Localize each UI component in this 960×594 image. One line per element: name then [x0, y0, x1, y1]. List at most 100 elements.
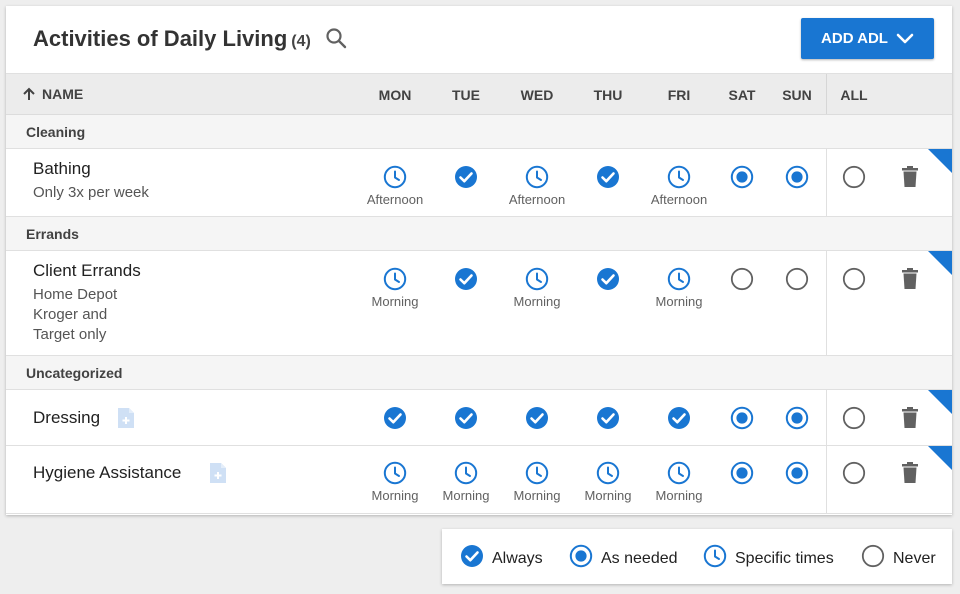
all-days-toggle[interactable]: [819, 267, 889, 291]
trash-icon[interactable]: [902, 268, 918, 294]
clock-icon: [502, 165, 572, 189]
clock-icon: [644, 165, 714, 189]
all-days-toggle[interactable]: [819, 406, 889, 430]
trash-icon[interactable]: [902, 407, 918, 433]
sort-by-name-header[interactable]: NAME: [22, 86, 83, 102]
adl-count: (4): [291, 33, 311, 50]
page-title-text: Activities of Daily Living: [33, 26, 288, 51]
day-status-fri[interactable]: Morning: [644, 461, 714, 503]
adl-note: Kroger and: [33, 306, 108, 323]
legend-label: Always: [492, 549, 543, 567]
time-label: Afternoon: [508, 192, 566, 207]
empty-circle-icon: [861, 544, 893, 573]
day-header-sat: SAT: [728, 87, 756, 103]
day-status-mon[interactable]: Afternoon: [360, 165, 430, 207]
status-legend: Always As needed Specific times Never: [442, 529, 952, 584]
day-status-thu[interactable]: [573, 165, 643, 189]
clock-icon: [360, 165, 430, 189]
clock-icon: [703, 544, 735, 573]
table-row[interactable]: Bathing Only 3x per week Afternoon Afternoo…: [6, 149, 952, 217]
adl-name: Bathing: [33, 159, 91, 178]
add-adl-button[interactable]: ADD ADL: [801, 18, 934, 59]
all-days-toggle[interactable]: [819, 461, 889, 485]
time-label: Morning: [442, 488, 490, 503]
column-header-row: NAME MON TUE WED THU FRI SAT SUN ALL: [6, 73, 952, 115]
day-header-thu: THU: [593, 87, 623, 103]
legend-label: Specific times: [735, 549, 834, 567]
search-icon[interactable]: [324, 26, 350, 52]
day-status-wed[interactable]: Afternoon: [502, 165, 572, 207]
clock-icon: [644, 267, 714, 291]
empty-circle-icon: [819, 406, 889, 430]
time-label: Afternoon: [650, 192, 708, 207]
trash-icon[interactable]: [902, 166, 918, 192]
clock-icon: [573, 461, 643, 485]
add-note-icon[interactable]: [117, 407, 135, 434]
empty-circle-icon: [819, 267, 889, 291]
add-note-icon[interactable]: [209, 462, 227, 489]
day-status-tue[interactable]: [431, 267, 501, 291]
table-row[interactable]: Client Errands Home Depot Kroger and Target…: [6, 251, 952, 356]
all-header: ALL: [840, 87, 868, 103]
time-label: Morning: [513, 488, 561, 503]
day-header-mon: MON: [378, 87, 412, 103]
legend-item-specific: Specific times: [703, 544, 834, 573]
time-label: Morning: [513, 294, 561, 309]
day-status-tue[interactable]: Morning: [431, 461, 501, 503]
card-header: Activities of Daily Living (4) ADD ADL: [6, 6, 952, 73]
day-status-tue[interactable]: [431, 406, 501, 430]
empty-circle-icon: [819, 461, 889, 485]
legend-label: Never: [893, 549, 936, 567]
day-status-mon[interactable]: [360, 406, 430, 430]
adl-note: Home Depot: [33, 286, 118, 303]
clock-icon: [502, 461, 572, 485]
corner-flag: [928, 251, 952, 275]
corner-flag: [928, 446, 952, 470]
check-circle-icon: [502, 406, 572, 430]
legend-item-as-needed: As needed: [569, 544, 678, 573]
time-label: Morning: [655, 488, 703, 503]
corner-flag: [928, 390, 952, 414]
check-circle-icon: [573, 165, 643, 189]
adl-name: Dressing: [33, 408, 101, 427]
chevron-down-icon: [896, 33, 914, 43]
add-adl-label: ADD ADL: [821, 30, 888, 47]
day-header-fri: FRI: [667, 87, 691, 103]
group-name: Errands: [26, 226, 79, 242]
day-status-tue[interactable]: [431, 165, 501, 189]
adl-card: Activities of Daily Living (4) ADD ADL NA…: [6, 6, 952, 515]
day-status-fri[interactable]: Morning: [644, 267, 714, 309]
group-header: Cleaning: [6, 115, 952, 149]
legend-item-always: Always: [460, 544, 543, 573]
day-status-mon[interactable]: Morning: [360, 461, 430, 503]
corner-flag: [928, 149, 952, 173]
table-row[interactable]: Hygiene Assistance Morning Morning Morning M…: [6, 446, 952, 514]
trash-icon[interactable]: [902, 462, 918, 488]
check-circle-icon: [573, 406, 643, 430]
clock-icon: [360, 267, 430, 291]
table-row[interactable]: Dressing: [6, 390, 952, 446]
radio-filled-icon: [569, 544, 601, 573]
legend-item-never: Never: [861, 544, 936, 573]
day-status-fri[interactable]: [644, 406, 714, 430]
day-header-wed: WED: [520, 87, 554, 103]
day-status-thu[interactable]: [573, 406, 643, 430]
day-status-wed[interactable]: [502, 406, 572, 430]
day-status-thu[interactable]: Morning: [573, 461, 643, 503]
clock-icon: [431, 461, 501, 485]
day-status-wed[interactable]: Morning: [502, 461, 572, 503]
time-label: Morning: [371, 488, 419, 503]
check-circle-icon: [431, 267, 501, 291]
day-status-thu[interactable]: [573, 267, 643, 291]
clock-icon: [502, 267, 572, 291]
day-status-fri[interactable]: Afternoon: [644, 165, 714, 207]
day-status-mon[interactable]: Morning: [360, 267, 430, 309]
check-circle-icon: [644, 406, 714, 430]
arrow-up-icon: [23, 87, 35, 100]
day-status-wed[interactable]: Morning: [502, 267, 572, 309]
empty-circle-icon: [819, 165, 889, 189]
all-days-toggle[interactable]: [819, 165, 889, 189]
check-circle-icon: [431, 406, 501, 430]
day-header-tue: TUE: [452, 87, 480, 103]
time-label: Morning: [371, 294, 419, 309]
